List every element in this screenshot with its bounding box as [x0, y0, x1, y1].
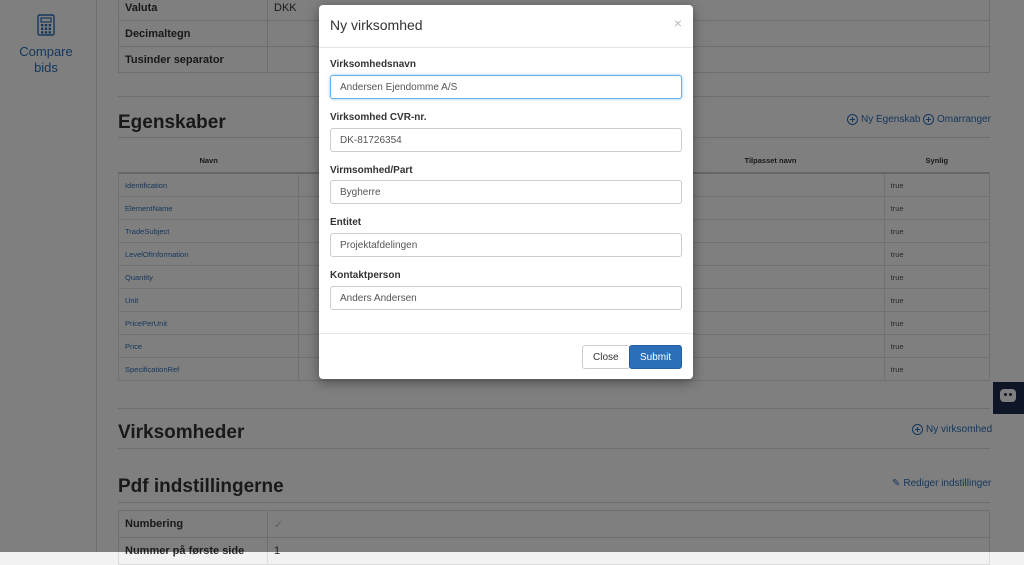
party-label: Virmsomhed/Part	[330, 165, 413, 176]
modal-footer: Close Submit	[319, 333, 693, 380]
close-button[interactable]: Close	[582, 345, 630, 369]
entity-input[interactable]	[330, 233, 682, 257]
new-company-modal: Ny virksomhed × Virksomhedsnavn Virksomh…	[319, 5, 693, 379]
modal-header: Ny virksomhed ×	[319, 5, 693, 48]
submit-button[interactable]: Submit	[629, 345, 683, 369]
contact-input[interactable]	[330, 286, 682, 310]
close-icon[interactable]: ×	[674, 15, 682, 31]
party-input[interactable]	[330, 180, 682, 204]
contact-label: Kontaktperson	[330, 270, 401, 281]
entity-label: Entitet	[330, 217, 362, 228]
company-name-label: Virksomhedsnavn	[330, 59, 416, 70]
company-name-input[interactable]	[330, 75, 682, 99]
cvr-label: Virksomhed CVR-nr.	[330, 112, 427, 123]
modal-title: Ny virksomhed	[330, 17, 423, 33]
cvr-input[interactable]	[330, 128, 682, 152]
